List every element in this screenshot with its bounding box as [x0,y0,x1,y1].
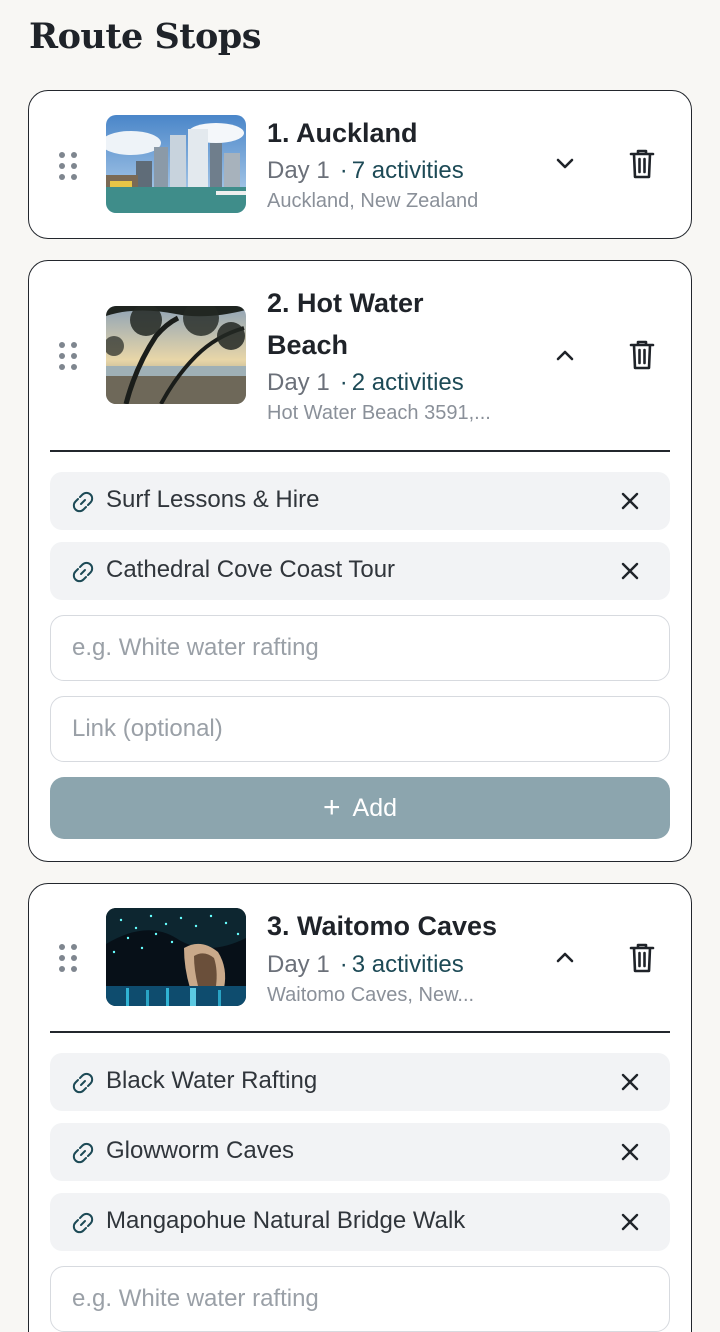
stop-activity-count: 7 activities [351,157,464,184]
stop-card-hot-water-beach: 2. Hot Water Beach Day 1 · 2 activities Ho… [28,260,692,862]
close-icon[interactable] [618,1070,642,1094]
stop-location: Waitomo Caves, New... [267,984,475,1006]
stop-day: Day 1 [267,951,330,978]
link-icon[interactable] [70,1070,96,1096]
activity-item[interactable]: Surf Lessons & Hire [50,472,670,530]
stop-header[interactable]: 3. Waitomo Caves Day 1 · 3 activities Wait… [29,884,691,1032]
add-activity-button[interactable]: + Add [50,777,670,839]
divider [50,450,670,452]
stop-title: 3. Waitomo Caves [267,911,498,941]
activity-item[interactable]: Mangapohue Natural Bridge Walk [50,1193,670,1251]
stop-meta: Day 1 · 2 activities [267,368,464,398]
stop-location: Auckland, New Zealand [267,190,479,212]
meta-separator: · [339,951,348,978]
link-icon[interactable] [70,1140,96,1166]
activity-link-input[interactable] [50,696,670,762]
link-icon[interactable] [70,559,96,585]
page-title: Route Stops [29,16,261,57]
activity-item[interactable]: Glowworm Caves [50,1123,670,1181]
activity-name-input[interactable] [50,615,670,681]
stop-meta: Day 1 · 3 activities [267,950,464,980]
activity-label: Glowworm Caves [106,1137,295,1164]
stop-title-line: 2. Hot Water [267,288,424,318]
stop-activity-count: 2 activities [351,369,464,396]
stop-card-waitomo-caves: 3. Waitomo Caves Day 1 · 3 activities Wait… [28,883,692,1332]
stop-day: Day 1 [267,157,330,184]
trash-icon[interactable] [627,941,657,975]
stop-thumbnail [106,908,246,1006]
stop-day: Day 1 [267,369,330,396]
add-button-label: Add [352,793,397,822]
stop-header[interactable]: 2. Hot Water Beach Day 1 · 2 activities Ho… [29,261,691,451]
divider [50,1031,670,1033]
activity-label: Surf Lessons & Hire [106,486,320,513]
stop-header[interactable]: 1. Auckland Day 1 · 7 activities Auckland,… [29,91,691,238]
activity-label: Black Water Rafting [106,1067,318,1094]
stop-location: Hot Water Beach 3591,... [267,402,491,424]
activity-item[interactable]: Cathedral Cove Coast Tour [50,542,670,600]
stop-title: 1. Auckland [267,118,418,148]
meta-separator: · [339,157,348,184]
close-icon[interactable] [618,1140,642,1164]
trash-icon[interactable] [627,147,657,181]
plus-icon: + [322,791,341,824]
close-icon[interactable] [618,1210,642,1234]
chevron-down-icon[interactable] [551,150,579,178]
stop-thumbnail [106,306,246,404]
link-icon[interactable] [70,489,96,515]
close-icon[interactable] [618,489,642,513]
drag-handle-icon[interactable] [59,342,77,370]
stop-title-line: Beach [267,330,349,360]
activity-name-input[interactable] [50,1266,670,1332]
drag-handle-icon[interactable] [59,152,77,180]
meta-separator: · [339,369,348,396]
stop-meta: Day 1 · 7 activities [267,156,464,186]
link-icon[interactable] [70,1210,96,1236]
activity-label: Mangapohue Natural Bridge Walk [106,1207,466,1234]
drag-handle-icon[interactable] [59,944,77,972]
stop-thumbnail [106,115,246,213]
close-icon[interactable] [618,559,642,583]
trash-icon[interactable] [627,338,657,372]
activity-label: Cathedral Cove Coast Tour [106,556,396,583]
stop-activity-count: 3 activities [351,951,464,978]
activity-item[interactable]: Black Water Rafting [50,1053,670,1111]
stop-title: 2. Hot Water Beach [267,282,424,366]
chevron-up-icon[interactable] [551,943,579,971]
chevron-up-icon[interactable] [551,341,579,369]
stop-card-auckland: 1. Auckland Day 1 · 7 activities Auckland,… [28,90,692,239]
